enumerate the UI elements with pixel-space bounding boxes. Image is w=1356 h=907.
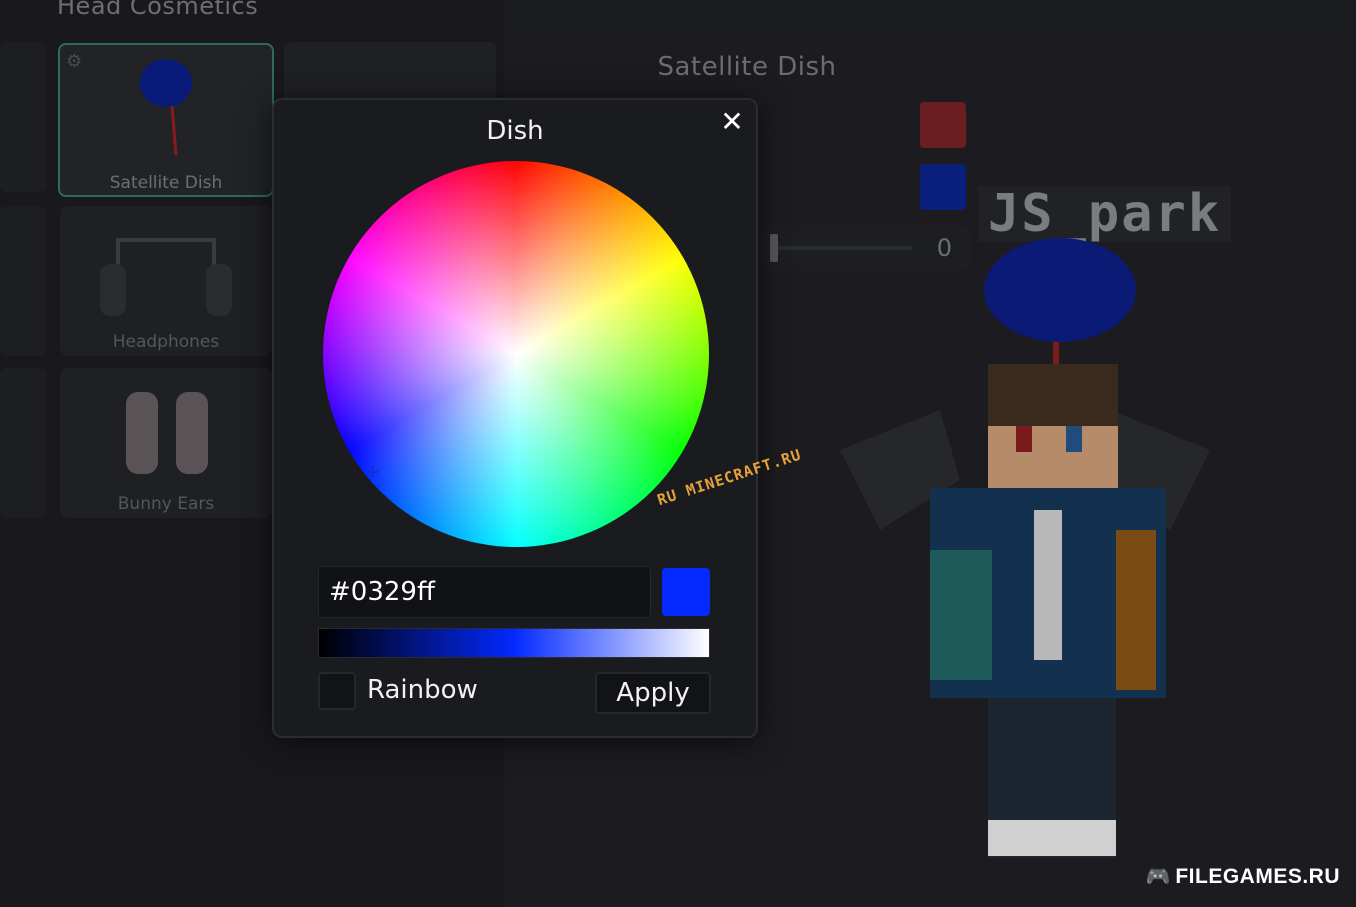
item-label: Satellite Dish: [109, 173, 223, 193]
item-card-satellite-dish[interactable]: ⚙ Satellite Dish: [58, 43, 274, 197]
brand-text: FILEGAMES.RU: [1175, 865, 1340, 888]
rainbow-checkbox[interactable]: [318, 672, 356, 710]
headphones-thumbnail: [100, 238, 232, 316]
hex-color-input[interactable]: [318, 566, 651, 618]
slider-thumb[interactable]: [770, 234, 778, 262]
color-picker-dialog: Dish ✕ ✛ Rainbow Apply: [272, 98, 758, 738]
item-slot-empty: [0, 368, 46, 518]
item-card-bunny-ears[interactable]: Bunny Ears: [60, 368, 272, 518]
bunny-ears-thumbnail: [126, 392, 208, 474]
color-wheel-cursor[interactable]: ✛: [367, 466, 379, 480]
color-wheel[interactable]: [323, 161, 709, 547]
apply-button[interactable]: Apply: [595, 672, 711, 714]
item-slot-empty: [0, 42, 46, 192]
item-card-headphones[interactable]: Headphones: [60, 206, 272, 356]
selected-color-preview: [662, 568, 710, 616]
gamepad-icon: 🎮: [1145, 866, 1172, 888]
item-label: Bunny Ears: [117, 494, 215, 514]
preview-title: Satellite Dish: [657, 52, 837, 82]
color-swatch-blue[interactable]: [920, 164, 966, 210]
dialog-title: Dish: [486, 116, 544, 146]
item-label: Headphones: [112, 332, 220, 352]
character-preview: [840, 238, 1210, 858]
rainbow-label: Rainbow: [367, 675, 478, 705]
brand-watermark: 🎮 FILEGAMES.RU: [1146, 864, 1340, 889]
color-swatch-red[interactable]: [920, 102, 966, 148]
item-slot-empty: [0, 206, 46, 356]
satellite-dish-thumbnail: [140, 59, 192, 156]
brightness-slider[interactable]: [318, 628, 710, 658]
close-icon[interactable]: ✕: [714, 104, 750, 140]
section-title: Head Cosmetics: [57, 0, 259, 20]
